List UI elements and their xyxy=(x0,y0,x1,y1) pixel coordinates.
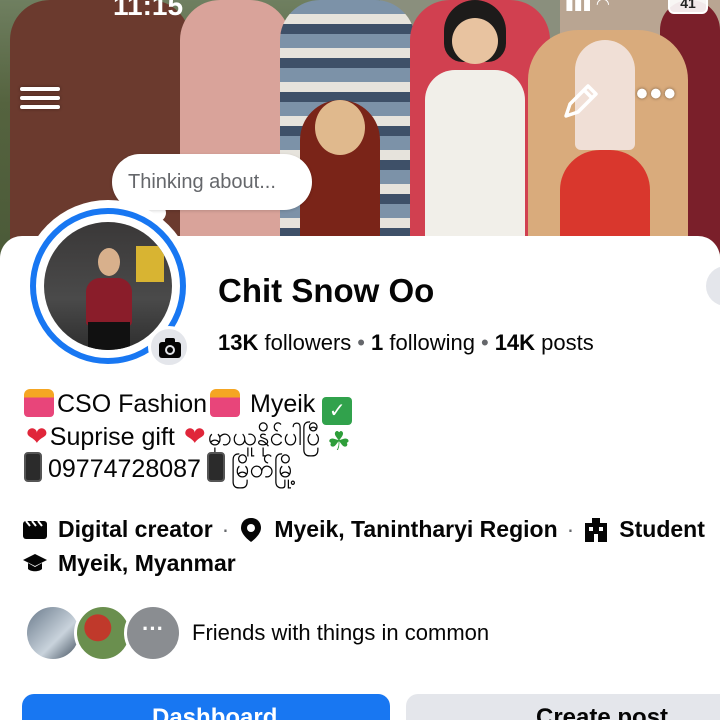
profile-details: Digital creator · Myeik, Tanintharyi Reg… xyxy=(22,512,705,580)
mutual-friends-label: Friends with things in common xyxy=(192,620,490,645)
pencil-icon-graphic xyxy=(564,84,598,118)
avatar-background-sign xyxy=(136,246,164,282)
posts-stat[interactable]: 14K posts xyxy=(495,330,594,355)
avatar-photo xyxy=(44,222,172,350)
bio-line: ❤Suprise gift ❤မှာယူနိုင်ပါပြီ ☘ xyxy=(26,421,351,456)
cover-person xyxy=(180,0,290,258)
ellipsis-icon[interactable]: ••• xyxy=(636,77,684,114)
status-bar: 11:15 ▮▮▮ ◠ 41 xyxy=(0,0,720,21)
shopping-bag-icon xyxy=(210,389,241,417)
details-row: Myeik, Myanmar xyxy=(22,546,705,580)
signal-icon: ▮▮▮ ◠ xyxy=(565,0,610,13)
bio-line: CSO Fashion Myeik ✓ xyxy=(24,388,355,425)
cover-person xyxy=(425,70,525,258)
profile-stats: 13K followers • 1 following • 14K posts xyxy=(218,330,594,355)
avatar-figure xyxy=(98,248,120,276)
profile-bio: CSO Fashion Myeik ✓ ❤Suprise gift ❤မှာယူ… xyxy=(24,388,355,484)
create-post-button[interactable]: Create post xyxy=(406,694,720,720)
status-time: 11:15 xyxy=(113,0,184,21)
graduation-cap-icon xyxy=(22,551,48,575)
cover-person xyxy=(315,100,365,155)
phone-icon xyxy=(206,452,225,482)
heart-icon: ❤ xyxy=(26,421,48,451)
profile-avatar[interactable] xyxy=(22,200,194,372)
phone-icon xyxy=(24,452,42,482)
profile-name: Chit Snow Oo xyxy=(218,272,435,309)
avatar-figure xyxy=(86,278,132,326)
camera-icon[interactable] xyxy=(148,326,190,368)
building-icon xyxy=(583,517,609,542)
hamburger-line xyxy=(20,105,60,109)
shopping-bag-icon xyxy=(24,389,54,417)
battery-indicator: 41 xyxy=(668,0,708,14)
clover-icon: ☘ xyxy=(327,426,351,456)
dashboard-button[interactable]: Dashboard xyxy=(22,694,390,720)
details-row: Digital creator · Myeik, Tanintharyi Reg… xyxy=(22,512,705,546)
hamburger-line xyxy=(20,87,60,91)
avatar-figure xyxy=(88,322,130,350)
hamburger-icon[interactable] xyxy=(20,82,60,118)
camera-icon-graphic xyxy=(159,338,181,358)
note-bubble[interactable]: Thinking about... xyxy=(112,154,312,210)
followers-stat[interactable]: 13K followers xyxy=(218,330,351,355)
bio-line: 09774728087 မြိတ်မြို့ xyxy=(24,452,355,484)
more-friends-icon: ··· xyxy=(124,604,182,662)
mutual-friends[interactable]: ··· Friends with things in common xyxy=(24,604,489,662)
heart-icon: ❤ xyxy=(183,421,206,451)
following-stat[interactable]: 1 following xyxy=(371,330,475,355)
location-pin-icon xyxy=(238,517,264,542)
cover-person xyxy=(452,18,498,64)
clapperboard-icon xyxy=(22,517,48,541)
pencil-icon[interactable] xyxy=(558,78,604,124)
hamburger-line xyxy=(20,96,60,100)
